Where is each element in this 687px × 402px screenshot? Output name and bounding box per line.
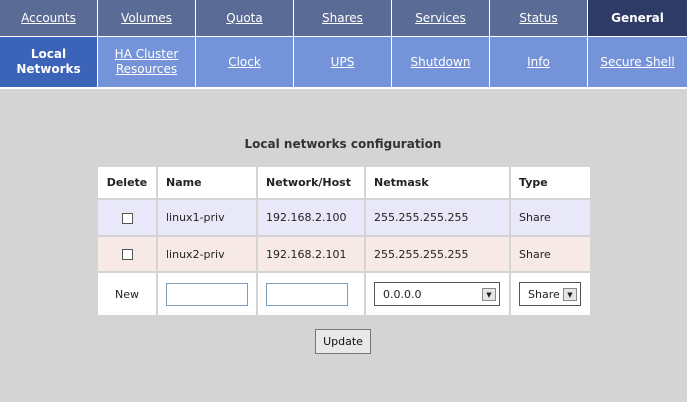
tab-status[interactable]: Status <box>490 0 588 36</box>
tab-shares[interactable]: Shares <box>294 0 392 36</box>
netmask-cell: 255.255.255.255 <box>364 198 511 237</box>
delete-checkbox[interactable] <box>121 249 133 260</box>
delete-cell <box>96 198 158 237</box>
col-header-type: Type <box>509 165 592 200</box>
delete-checkbox[interactable] <box>121 212 133 224</box>
subtab-local-networks[interactable]: Local Networks <box>0 37 98 87</box>
content-divider <box>0 87 687 89</box>
new-netmask-cell: 0.0.0.0 ▼ <box>364 271 511 317</box>
subtab-ups[interactable]: UPS <box>294 37 392 87</box>
name-input[interactable] <box>166 282 248 306</box>
table-row: linux2-priv 192.168.2.101 255.255.255.25… <box>96 235 592 273</box>
subtab-clock[interactable]: Clock <box>196 37 294 87</box>
secondary-nav: Local Networks HA Cluster Resources Cloc… <box>0 36 687 87</box>
networks-table: Delete Name Network/Host Netmask Type li… <box>96 165 592 317</box>
panel-title: Local networks configuration <box>244 137 442 151</box>
tab-volumes[interactable]: Volumes <box>98 0 196 36</box>
new-entry-row: New 0.0.0.0 ▼ Share ▼ <box>96 271 592 317</box>
subtab-secure-shell[interactable]: Secure Shell <box>588 37 687 87</box>
delete-cell <box>96 235 158 273</box>
type-selected-value: Share <box>528 287 560 301</box>
netmask-select[interactable]: 0.0.0.0 ▼ <box>374 282 500 306</box>
primary-nav: Accounts Volumes Quota Shares Services S… <box>0 0 687 36</box>
type-cell: Share <box>509 235 592 273</box>
network-cell: 192.168.2.100 <box>256 198 366 237</box>
new-type-cell: Share ▼ <box>509 271 592 317</box>
type-cell: Share <box>509 198 592 237</box>
netmask-selected-value: 0.0.0.0 <box>383 287 422 301</box>
col-header-network: Network/Host <box>256 165 366 200</box>
col-header-delete: Delete <box>96 165 158 200</box>
table-header-row: Delete Name Network/Host Netmask Type <box>96 165 592 200</box>
table-row: linux1-priv 192.168.2.100 255.255.255.25… <box>96 198 592 237</box>
update-button[interactable]: Update <box>315 329 371 354</box>
tab-accounts[interactable]: Accounts <box>0 0 98 36</box>
name-cell: linux1-priv <box>156 198 258 237</box>
tab-general[interactable]: General <box>588 0 687 36</box>
col-header-name: Name <box>156 165 258 200</box>
netmask-cell: 255.255.255.255 <box>364 235 511 273</box>
tab-services[interactable]: Services <box>392 0 490 36</box>
name-cell: linux2-priv <box>156 235 258 273</box>
subtab-ha-cluster-resources[interactable]: HA Cluster Resources <box>98 37 196 87</box>
tab-quota[interactable]: Quota <box>196 0 294 36</box>
chevron-down-icon[interactable]: ▼ <box>482 288 496 301</box>
new-name-cell <box>156 271 258 317</box>
new-network-cell <box>256 271 366 317</box>
subtab-shutdown[interactable]: Shutdown <box>392 37 490 87</box>
type-select[interactable]: Share ▼ <box>519 282 581 306</box>
new-label: New <box>96 271 158 317</box>
network-cell: 192.168.2.101 <box>256 235 366 273</box>
subtab-label: Local Networks <box>16 47 81 76</box>
chevron-down-icon[interactable]: ▼ <box>563 288 577 301</box>
subtab-label: HA Cluster Resources <box>114 47 179 76</box>
col-header-netmask: Netmask <box>364 165 511 200</box>
subtab-info[interactable]: Info <box>490 37 588 87</box>
network-input[interactable] <box>266 282 348 306</box>
